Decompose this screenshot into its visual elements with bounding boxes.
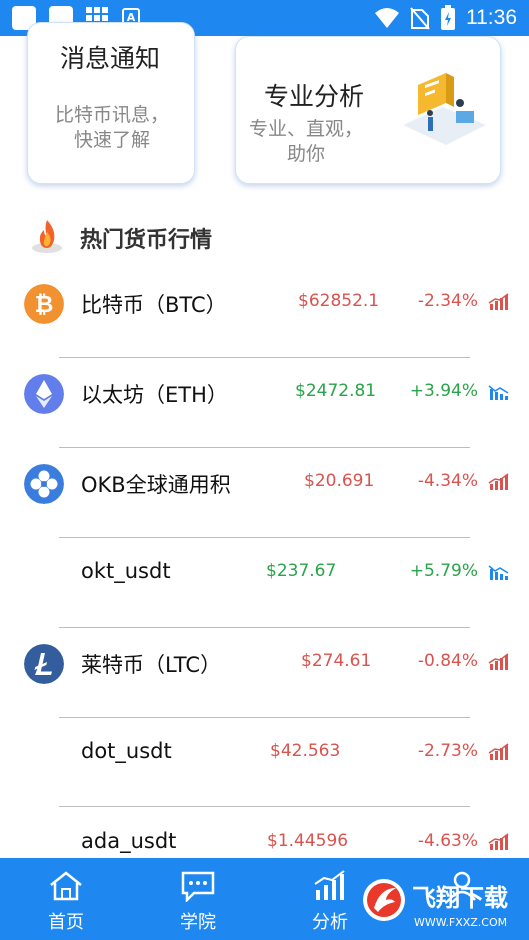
coin-name: 莱特币（LTC）	[81, 653, 222, 677]
trend-down-icon	[488, 293, 509, 310]
coin-price: $42.563	[270, 741, 341, 761]
coin-price: $274.61	[301, 651, 372, 671]
list-item[interactable]: ada_usdt $1.44596 -4.63%	[0, 804, 529, 858]
coin-price: $1.44596	[267, 831, 349, 851]
list-item[interactable]: 莱特币（LTC） $274.61 -0.84%	[0, 624, 529, 714]
card-subtitle: 比特币讯息， 快速了解	[54, 104, 169, 151]
okb-icon	[24, 464, 64, 504]
coin-price: $62852.1	[298, 291, 380, 311]
news-card[interactable]: 消息通知 比特币讯息， 快速了解	[27, 22, 195, 184]
watermark-text: 飞翔下载	[412, 884, 508, 912]
coin-change: +3.94%	[409, 381, 478, 401]
chat-icon	[181, 871, 215, 902]
coin-change: -4.63%	[417, 831, 478, 851]
list-item[interactable]: OKB全球通用积 $20.691 -4.34%	[0, 444, 529, 534]
tab-label: 学院	[180, 912, 216, 933]
battery-icon	[441, 5, 455, 30]
bitcoin-icon: ₿	[24, 284, 64, 324]
no-sim-icon	[410, 7, 430, 30]
coin-change: -4.34%	[417, 471, 478, 491]
coin-change: -2.73%	[417, 741, 478, 761]
list-item[interactable]: okt_usdt $237.67 +5.79%	[0, 534, 529, 624]
analysis-illustration-icon	[403, 72, 486, 145]
trend-down-icon	[488, 833, 509, 850]
coin-price: $20.691	[304, 471, 375, 491]
trend-down-icon	[488, 473, 509, 490]
coin-change: -2.34%	[417, 291, 478, 311]
coin-name: dot_usdt	[81, 739, 172, 763]
watermark: 飞翔下载 WWW.FXXZ.COM	[362, 864, 526, 936]
tab-home[interactable]: 首页	[0, 858, 132, 940]
clock: 11:36	[466, 6, 517, 29]
analysis-card[interactable]: 专业分析 专业、直观， 助你	[235, 36, 501, 184]
coin-name: 以太坊（ETH）	[81, 383, 228, 407]
coin-name: 比特币（BTC）	[81, 293, 227, 317]
coin-name: ada_usdt	[81, 829, 177, 853]
coin-price: $2472.81	[295, 381, 377, 401]
list-item[interactable]: ₿ 比特币（BTC） $62852.1 -2.34%	[0, 264, 529, 354]
coin-change: -0.84%	[417, 651, 478, 671]
trend-down-icon	[488, 653, 509, 670]
coin-name: okt_usdt	[81, 559, 171, 583]
litecoin-icon	[24, 644, 64, 684]
coin-name: OKB全球通用积	[81, 473, 231, 497]
trend-up-icon	[488, 385, 509, 400]
list-item[interactable]: dot_usdt $42.563 -2.73%	[0, 714, 529, 804]
coin-change: +5.79%	[409, 561, 478, 581]
tab-label: 首页	[48, 912, 84, 933]
ethereum-icon	[24, 374, 64, 414]
svg-text:₿: ₿	[35, 292, 54, 318]
card-subtitle: 专业、直观， 助你	[248, 118, 363, 165]
tab-academy[interactable]: 学院	[132, 858, 264, 940]
watermark-url: WWW.FXXZ.COM	[414, 916, 507, 929]
card-title: 专业分析	[264, 82, 365, 111]
trend-down-icon	[488, 743, 509, 760]
wifi-icon	[375, 8, 399, 28]
chart-icon	[314, 870, 345, 900]
fire-icon	[32, 220, 62, 253]
section-title: 热门货币行情	[80, 228, 213, 253]
coin-price: $237.67	[266, 561, 337, 581]
card-title: 消息通知	[60, 44, 161, 73]
watermark-logo-icon: 飞翔下载 WWW.FXXZ.COM	[363, 879, 508, 929]
list-item[interactable]: 以太坊（ETH） $2472.81 +3.94%	[0, 354, 529, 444]
trend-up-icon	[488, 565, 509, 580]
home-icon	[50, 871, 82, 901]
